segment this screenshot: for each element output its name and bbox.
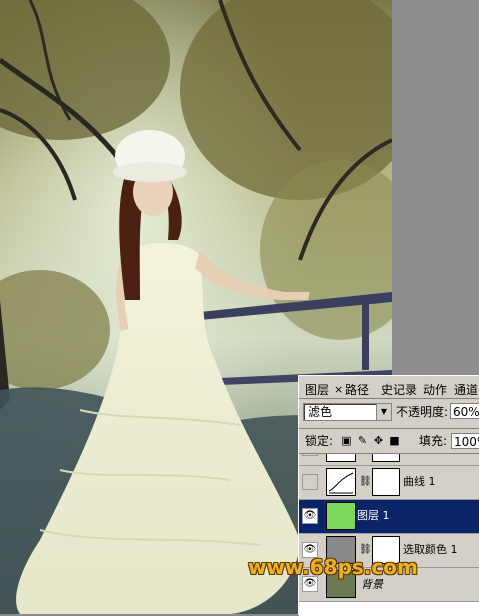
tab-actions[interactable]: 动作	[423, 382, 447, 398]
layer-name: 图层 1	[357, 509, 390, 522]
lock-label: 锁定:	[305, 434, 334, 448]
fill-input[interactable]: 100%	[451, 433, 479, 449]
tab-history[interactable]: 史记录	[381, 382, 417, 398]
lock-image-icon[interactable]: ✎	[357, 435, 368, 446]
link-icon: ⛓	[359, 476, 372, 487]
link-icon: ⛓	[359, 544, 372, 555]
lock-row: 锁定: ▣ ✎ ✥ ■ 填充: 100%	[299, 428, 479, 451]
panel-tabs: 图层 × 路径 史记录 动作 通道	[299, 378, 479, 399]
eye-icon[interactable]: 👁	[302, 508, 318, 524]
curves-icon	[328, 472, 354, 494]
tab-paths[interactable]: 路径	[345, 382, 369, 398]
layer-row-curves[interactable]: ⛓ 曲线 1	[299, 466, 479, 500]
layer-thumbnail	[326, 502, 356, 530]
tab-channels[interactable]: 通道	[454, 382, 478, 398]
layer-name: 曲线 1	[403, 475, 436, 488]
lock-transparency-icon[interactable]: ▣	[341, 435, 352, 446]
layers-panel: 图层 × 路径 史记录 动作 通道 滤色 ▼ 不透明度: 60% 锁定: ▣ ✎…	[298, 375, 479, 616]
opacity-input[interactable]: 60%	[450, 403, 479, 419]
layer-mask-thumbnail	[372, 468, 400, 496]
lock-position-icon[interactable]: ✥	[373, 435, 384, 446]
blend-mode-select[interactable]: 滤色 ▼	[303, 403, 392, 421]
layer-row-layer1[interactable]: 👁 图层 1	[299, 500, 479, 534]
lock-all-icon[interactable]: ■	[389, 435, 400, 446]
visibility-toggle[interactable]	[302, 474, 318, 490]
chevron-down-icon[interactable]: ▼	[376, 404, 391, 420]
fill-label: 填充:	[419, 434, 448, 448]
layer-row[interactable]: ⛓	[299, 454, 479, 466]
curves-thumbnail	[326, 468, 356, 496]
close-icon[interactable]: ×	[334, 382, 343, 398]
layers-list: ⛓ ⛓ 曲线 1 👁 图层 1 👁 ⛓ 选取颜色 1 👁	[299, 453, 479, 616]
tab-layers[interactable]: 图层	[305, 382, 330, 398]
visibility-toggle[interactable]	[302, 454, 318, 456]
opacity-label: 不透明度:	[396, 405, 449, 419]
workspace-background	[392, 0, 479, 375]
blend-mode-value: 滤色	[308, 405, 333, 419]
layer-mask-thumbnail	[372, 454, 400, 462]
layer-options-row: 滤色 ▼ 不透明度: 60%	[299, 401, 479, 423]
adjustment-thumbnail	[326, 454, 356, 462]
watermark: www.68ps.com	[248, 555, 418, 579]
